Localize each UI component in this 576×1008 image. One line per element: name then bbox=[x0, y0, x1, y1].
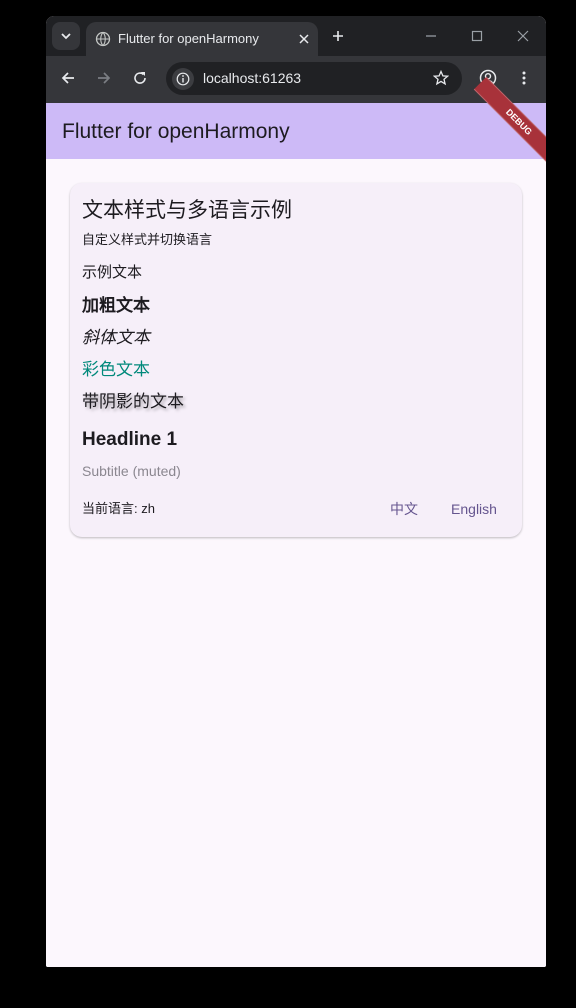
bookmark-button[interactable] bbox=[430, 67, 452, 89]
forward-button[interactable] bbox=[92, 66, 116, 90]
star-icon bbox=[433, 70, 449, 86]
close-icon bbox=[299, 34, 309, 44]
english-language-button[interactable]: English bbox=[446, 494, 502, 524]
forward-icon bbox=[98, 72, 111, 84]
url-text: localhost:61263 bbox=[203, 70, 302, 86]
browser-window: Flutter for openHarmony localhost:61263 … bbox=[46, 16, 546, 967]
card-title: 文本样式与多语言示例 bbox=[82, 199, 292, 222]
reload-icon bbox=[134, 72, 146, 84]
maximize-icon bbox=[471, 30, 483, 42]
menu-button[interactable] bbox=[512, 66, 536, 90]
headline-text: Headline 1 bbox=[82, 429, 178, 450]
new-tab-button[interactable] bbox=[326, 24, 350, 48]
window-close-icon bbox=[517, 30, 529, 42]
chinese-language-button[interactable]: 中文 bbox=[384, 494, 424, 524]
reload-button[interactable] bbox=[128, 66, 152, 90]
back-button[interactable] bbox=[56, 66, 80, 90]
minimize-button[interactable] bbox=[419, 24, 443, 48]
colored-text: 彩色文本 bbox=[82, 360, 150, 379]
window-close-button[interactable] bbox=[511, 24, 535, 48]
shadow-text: 带阴影的文本 bbox=[82, 392, 184, 411]
tab-title: Flutter for openHarmony bbox=[118, 31, 259, 46]
current-language-label: 当前语言: zh bbox=[82, 501, 155, 516]
tab-strip: Flutter for openHarmony bbox=[46, 16, 546, 56]
bold-text: 加粗文本 bbox=[82, 296, 150, 315]
browser-toolbar: localhost:61263 bbox=[46, 56, 546, 103]
more-vert-icon bbox=[522, 71, 526, 85]
back-icon bbox=[61, 72, 74, 84]
muted-subtitle: Subtitle (muted) bbox=[82, 463, 181, 479]
minimize-icon bbox=[426, 35, 436, 37]
card-subtitle: 自定义样式并切换语言 bbox=[82, 232, 213, 247]
site-info-button[interactable] bbox=[172, 68, 194, 90]
address-bar[interactable]: localhost:61263 bbox=[166, 62, 462, 95]
browser-tab[interactable]: Flutter for openHarmony bbox=[86, 22, 318, 56]
tab-close-button[interactable] bbox=[294, 29, 314, 49]
maximize-button[interactable] bbox=[465, 24, 489, 48]
app-title: Flutter for openHarmony bbox=[62, 120, 290, 143]
text-style-card: 文本样式与多语言示例 自定义样式并切换语言 示例文本 加粗文本 斜体文本 彩色文… bbox=[70, 183, 522, 537]
app-body: 文本样式与多语言示例 自定义样式并切换语言 示例文本 加粗文本 斜体文本 彩色文… bbox=[46, 159, 546, 967]
plus-icon bbox=[333, 31, 343, 41]
italic-text: 斜体文本 bbox=[82, 328, 150, 347]
globe-icon bbox=[95, 31, 111, 47]
sample-text: 示例文本 bbox=[82, 264, 143, 281]
chevron-down-icon bbox=[61, 33, 71, 40]
site-info-icon bbox=[176, 72, 190, 86]
tab-search-button[interactable] bbox=[52, 22, 80, 50]
app-bar: Flutter for openHarmony bbox=[46, 103, 546, 159]
